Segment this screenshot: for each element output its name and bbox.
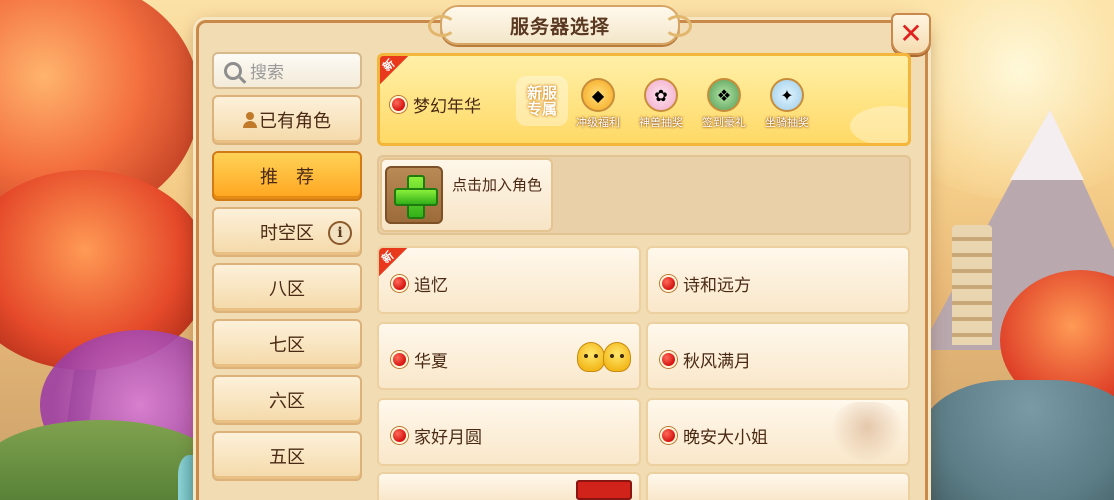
status-hot-icon: [391, 351, 408, 368]
chick-icon: [577, 342, 605, 372]
tab-spacetime-zone[interactable]: 时空区 i: [212, 207, 362, 257]
search-icon: [224, 61, 242, 80]
dialog-title-plate: 服务器选择: [428, 5, 692, 45]
close-button[interactable]: ✕: [891, 13, 931, 55]
server-name: 晚安大小姐: [683, 428, 768, 448]
server-card[interactable]: 秋风满月: [646, 322, 910, 390]
tab-zone-7[interactable]: 七区: [212, 319, 362, 369]
tab-label: 推 荐: [260, 167, 314, 188]
add-role-label: 点击加入角色: [452, 176, 543, 194]
server-card-partial[interactable]: [646, 472, 910, 500]
stone-terrace: [920, 380, 1114, 500]
plus-icon: [394, 175, 438, 219]
divine-beast-icon: ✿: [644, 78, 678, 112]
server-card[interactable]: 家好月圆: [377, 398, 641, 466]
tab-label: 已有角色: [259, 111, 331, 132]
dragon-gift-icon: ❖: [707, 78, 741, 112]
unicorn-mount-icon: ✦: [770, 78, 804, 112]
tab-zone-5[interactable]: 五区: [212, 431, 362, 481]
tab-label: 八区: [269, 279, 305, 300]
tab-label: 五区: [269, 447, 305, 468]
status-hot-icon: [660, 351, 677, 368]
status-hot-icon: [660, 427, 677, 444]
chick-icon: [603, 342, 631, 372]
add-role-button[interactable]: [385, 166, 443, 224]
server-name: 诗和远方: [683, 276, 751, 296]
new-server-exclusive-tag: 新服 专属: [516, 76, 568, 126]
status-hot-icon: [390, 96, 407, 113]
tab-recommended[interactable]: 推 荐: [212, 151, 362, 201]
server-card[interactable]: 晚安大小姐: [646, 398, 910, 466]
perk-mount-lottery: ✦ 坐骑抽奖: [757, 78, 817, 130]
character-portrait: [832, 402, 902, 464]
swirl-ornament-left: [428, 15, 456, 37]
search-placeholder: 搜索: [250, 63, 284, 83]
server-name: 秋风满月: [683, 352, 751, 372]
chick-icons: [577, 342, 631, 372]
person-icon: [243, 112, 257, 128]
server-card[interactable]: 华夏: [377, 322, 641, 390]
info-icon[interactable]: i: [328, 221, 352, 245]
perk-signin-gift: ❖ 签到豪礼: [694, 78, 754, 130]
featured-server-card[interactable]: 新 梦幻年华 新服 专属 ◆ 冲级福利 ✿ 神兽抽奖 ❖ 签到豪礼 ✦ 坐骑抽奖: [377, 53, 911, 146]
mountain-snowcap: [1010, 110, 1084, 180]
tab-zone-6[interactable]: 六区: [212, 375, 362, 425]
status-hot-icon: [391, 427, 408, 444]
status-hot-icon: [660, 275, 677, 292]
tab-zone-8[interactable]: 八区: [212, 263, 362, 313]
dialog-title: 服务器选择: [509, 15, 610, 38]
gold-ingot-icon: ◆: [581, 78, 615, 112]
server-name: 追忆: [414, 276, 448, 296]
server-name: 华夏: [414, 352, 448, 372]
red-badge: [576, 480, 632, 500]
tab-existing-roles[interactable]: 已有角色: [212, 95, 362, 145]
tab-label: 六区: [269, 391, 305, 412]
close-icon: ✕: [899, 17, 923, 50]
server-name: 梦幻年华: [413, 97, 481, 117]
server-name: 家好月圆: [414, 428, 482, 448]
server-card[interactable]: 诗和远方: [646, 246, 910, 314]
new-ribbon: 新: [380, 56, 418, 94]
perk-level-bonus: ◆ 冲级福利: [568, 78, 628, 130]
server-card[interactable]: 新 追忆: [377, 246, 641, 314]
perk-beast-lottery: ✿ 神兽抽奖: [631, 78, 691, 130]
tab-label: 七区: [269, 335, 305, 356]
search-input[interactable]: 搜索: [212, 52, 362, 89]
tab-label: 时空区: [260, 223, 314, 244]
glow-decoration: [850, 106, 908, 143]
pagoda: [952, 225, 992, 345]
status-hot-icon: [391, 275, 408, 292]
swirl-ornament-right: [664, 15, 692, 37]
